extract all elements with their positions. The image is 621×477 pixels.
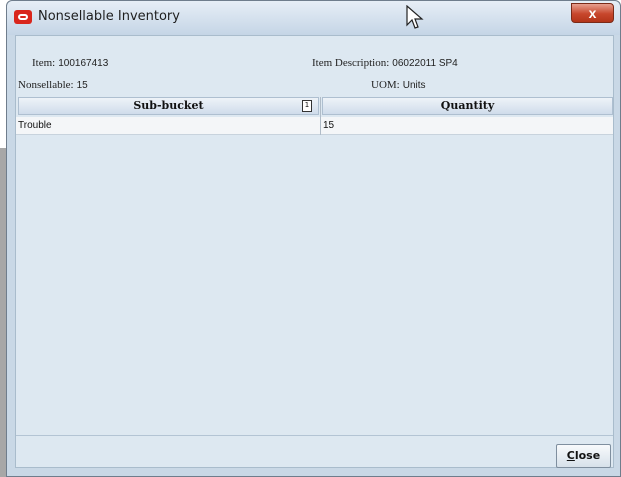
dialog-window: Nonsellable Inventory x Item: 100167413 I… <box>6 0 621 477</box>
item-description-label: Item Description: <box>312 57 390 69</box>
oracle-app-icon <box>14 10 32 24</box>
item-label: Item: <box>32 57 56 69</box>
nonsellable-field: Nonsellable: 15 <box>18 79 88 91</box>
column-header-quantity-label: Quantity <box>440 99 495 112</box>
uom-value: Units <box>402 80 426 91</box>
column-header-sub-bucket-label: Sub-bucket <box>133 99 204 112</box>
nonsellable-value: 15 <box>76 80 88 91</box>
title-bar[interactable]: Nonsellable Inventory x <box>7 1 620 35</box>
uom-label: UOM: <box>371 79 400 91</box>
column-header-quantity[interactable]: Quantity <box>322 97 613 115</box>
table-cell-quantity[interactable]: 15 <box>321 117 613 135</box>
sort-ascending-icon[interactable]: 1 <box>302 100 312 112</box>
column-divider <box>320 97 321 135</box>
uom-field: UOM: Units <box>371 79 426 91</box>
nonsellable-label: Nonsellable: <box>18 79 74 91</box>
item-description-field: Item Description: 06022011 SP4 <box>312 57 458 69</box>
close-button-label: lose <box>574 449 601 462</box>
close-button[interactable]: Close <box>556 444 611 468</box>
mouse-pointer-icon <box>406 5 424 29</box>
item-value: 100167413 <box>58 58 109 69</box>
item-field: Item: 100167413 <box>32 57 108 69</box>
dialog-content: Item: 100167413 Item Description: 06022011… <box>15 35 614 468</box>
table-cell-sub-bucket[interactable]: Trouble <box>16 117 320 135</box>
close-button-mnemonic: C <box>566 449 575 462</box>
footer-separator <box>16 435 613 436</box>
window-close-icon[interactable]: x <box>571 3 614 23</box>
dialog-title: Nonsellable Inventory <box>38 9 180 24</box>
item-description-value: 06022011 SP4 <box>392 58 458 69</box>
column-header-sub-bucket[interactable]: Sub-bucket 1 <box>18 97 319 115</box>
